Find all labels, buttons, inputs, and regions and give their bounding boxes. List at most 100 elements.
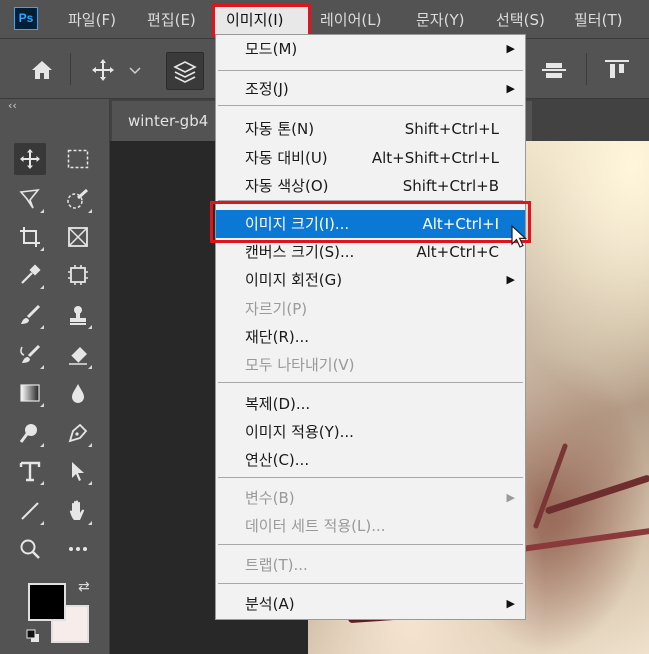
chevron-down-icon[interactable]: [129, 67, 141, 75]
eraser-tool[interactable]: [62, 339, 94, 371]
divider: [586, 53, 587, 85]
dodge-icon: [19, 424, 37, 443]
stamp-icon: [70, 306, 86, 325]
more-tools[interactable]: [62, 533, 94, 565]
history-brush-icon: [20, 344, 41, 363]
divider: [70, 53, 71, 85]
menu-item-apply-image[interactable]: 이미지 적용(Y)...: [216, 418, 525, 446]
rect-marquee-icon: [67, 149, 89, 169]
zoom-tool[interactable]: [14, 533, 46, 565]
menu-file[interactable]: 파일(F): [68, 9, 116, 30]
hand-icon: [69, 500, 85, 520]
quick-select-icon: [67, 188, 88, 209]
type-icon: [19, 461, 41, 482]
menu-item-apply-data-set: 데이터 세트 적용(L)...: [216, 512, 525, 540]
type-tool[interactable]: [14, 455, 46, 487]
menu-select[interactable]: 선택(S): [496, 9, 545, 30]
menu-separator: [218, 544, 523, 545]
menu-item-adjustments[interactable]: 조정(J) ▶: [216, 75, 525, 103]
move-tool-icon[interactable]: [91, 58, 115, 82]
menu-edit[interactable]: 편집(E): [147, 9, 196, 30]
layers-icon: [173, 61, 197, 83]
submenu-arrow-icon: ▶: [506, 42, 515, 55]
swap-colors-icon[interactable]: ⇄: [78, 579, 90, 595]
menu-item-image-rotation[interactable]: 이미지 회전(G) ▶: [216, 266, 525, 294]
menu-item-label: 모드(M): [245, 40, 298, 58]
menu-item-label: 재단(R)...: [245, 328, 310, 346]
crop-icon: [20, 227, 40, 247]
submenu-arrow-icon: ▶: [506, 82, 515, 95]
lasso-tool[interactable]: [14, 183, 46, 215]
image-branch: [532, 442, 569, 530]
menu-item-calculations[interactable]: 연산(C)...: [216, 446, 525, 474]
menu-item-label: 자동 대비(U): [245, 149, 328, 167]
menu-separator: [218, 105, 523, 106]
menu-filter[interactable]: 필터(T): [574, 9, 622, 30]
gradient-tool[interactable]: [14, 377, 46, 409]
submenu-arrow-icon: ▶: [506, 273, 515, 286]
brush-tool[interactable]: [14, 299, 46, 331]
pen-icon: [68, 423, 88, 443]
menu-item-auto-contrast[interactable]: 자동 대비(U) Alt+Shift+Ctrl+L: [216, 144, 525, 172]
move-tool[interactable]: [14, 143, 46, 175]
quick-selection-tool[interactable]: [62, 183, 94, 215]
foreground-color-swatch[interactable]: [28, 583, 66, 621]
blur-tool[interactable]: [62, 377, 94, 409]
object-selection-tool[interactable]: [62, 259, 94, 291]
menu-item-trim[interactable]: 재단(R)...: [216, 323, 525, 351]
path-selection-tool[interactable]: [62, 455, 94, 487]
menu-separator: [218, 477, 523, 478]
line-tool[interactable]: [14, 495, 46, 527]
menu-item-label: 조정(J): [245, 80, 289, 98]
menu-item-reveal-all: 모두 나타내기(V): [216, 351, 525, 379]
menu-image[interactable]: 이미지(I): [226, 9, 284, 30]
pen-tool[interactable]: [62, 417, 94, 449]
move-icon: [20, 149, 40, 169]
menu-bar: Ps 파일(F) 편집(E) 이미지(I) 레이어(L) 문자(Y) 선택(S)…: [0, 0, 649, 38]
menu-separator: [218, 382, 523, 383]
stamp-tool[interactable]: [62, 299, 94, 331]
submenu-arrow-icon: ▶: [506, 491, 515, 504]
menu-item-label: 자르기(P): [245, 300, 308, 318]
menu-item-label: 트랩(T)...: [245, 556, 308, 574]
marquee-tool[interactable]: [62, 143, 94, 175]
more-icon: [69, 547, 87, 551]
menu-item-shortcut: Shift+Ctrl+L: [404, 120, 499, 138]
tools-panel: ‹‹ ⇄: [0, 99, 110, 654]
menu-item-trap: 트랩(T)...: [216, 551, 525, 579]
collapse-panel-icon[interactable]: ‹‹: [8, 99, 17, 112]
menu-item-duplicate[interactable]: 복제(D)...: [216, 390, 525, 418]
drop-icon: [72, 384, 84, 403]
image-branch: [523, 526, 649, 552]
menu-layer[interactable]: 레이어(L): [320, 9, 381, 30]
crop-tool[interactable]: [14, 221, 46, 253]
menu-item-label: 이미지 회전(G): [245, 271, 343, 289]
menu-item-analysis[interactable]: 분석(A) ▶: [216, 590, 525, 618]
photoshop-logo: Ps: [14, 7, 38, 30]
align-vertical-center-icon[interactable]: [541, 59, 567, 81]
eyedropper-tool[interactable]: [14, 259, 46, 291]
mouse-cursor-icon: [511, 224, 528, 248]
menu-item-auto-tone[interactable]: 자동 톤(N) Shift+Ctrl+L: [216, 115, 525, 143]
gradient-icon: [20, 384, 40, 402]
menu-item-shortcut: Shift+Ctrl+B: [402, 177, 499, 195]
chip-icon: [68, 265, 88, 285]
history-brush-tool[interactable]: [14, 339, 46, 371]
menu-type[interactable]: 문자(Y): [416, 9, 464, 30]
auto-select-toggle[interactable]: [166, 52, 204, 90]
dodge-tool[interactable]: [14, 417, 46, 449]
menu-item-label: 연산(C)...: [245, 451, 310, 469]
default-colors-icon[interactable]: [26, 629, 40, 643]
line-icon: [21, 502, 39, 520]
align-top-edge-icon[interactable]: [604, 58, 630, 82]
menu-separator: [218, 583, 523, 584]
menu-item-label: 데이터 세트 적용(L)...: [245, 517, 386, 535]
hand-tool[interactable]: [62, 495, 94, 527]
frame-tool[interactable]: [62, 221, 94, 253]
home-icon[interactable]: [30, 59, 54, 81]
menu-item-label: 분석(A): [245, 595, 295, 613]
menu-item-mode[interactable]: 모드(M) ▶: [216, 35, 525, 63]
menu-item-auto-color[interactable]: 자동 색상(O) Shift+Ctrl+B: [216, 172, 525, 200]
arrow-pointer-icon: [72, 462, 84, 481]
menu-item-label: 복제(D)...: [245, 395, 311, 413]
